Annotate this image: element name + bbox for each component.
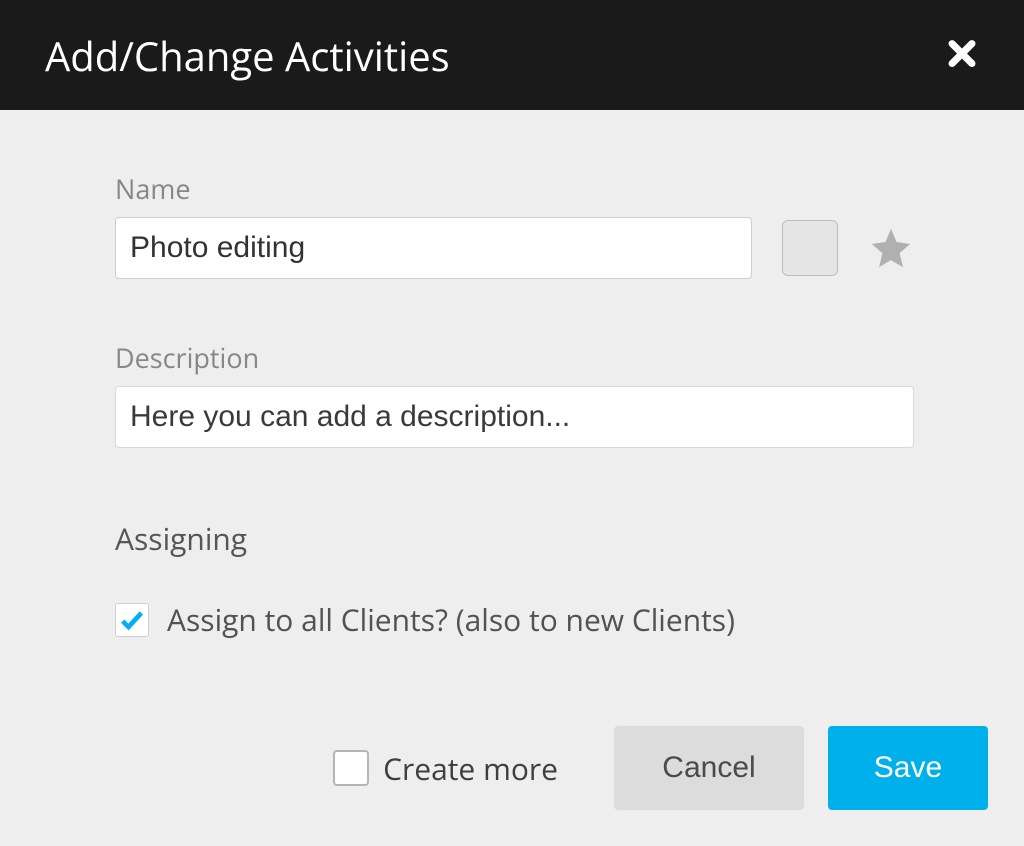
cancel-button[interactable]: Cancel bbox=[614, 726, 804, 810]
assign-all-row: Assign to all Clients? (also to new Clie… bbox=[115, 599, 914, 640]
modal-title: Add/Change Activities bbox=[45, 28, 450, 83]
assign-all-checkbox[interactable] bbox=[115, 603, 149, 637]
create-more-checkbox[interactable] bbox=[333, 750, 369, 786]
name-row bbox=[115, 217, 914, 279]
modal-header: Add/Change Activities bbox=[0, 0, 1024, 110]
modal-body: Name Description Assigning Assign to all… bbox=[0, 110, 1024, 726]
color-swatch[interactable] bbox=[782, 220, 838, 276]
name-input[interactable] bbox=[115, 217, 752, 279]
close-icon[interactable] bbox=[945, 38, 979, 72]
description-label: Description bbox=[115, 339, 914, 376]
create-more-label: Create more bbox=[383, 748, 558, 789]
star-icon[interactable] bbox=[868, 225, 914, 271]
description-input[interactable] bbox=[115, 386, 914, 448]
modal-footer: Create more Cancel Save bbox=[0, 726, 1024, 846]
add-change-activities-modal: Add/Change Activities Name Description A… bbox=[0, 0, 1024, 846]
create-more-wrap: Create more bbox=[333, 748, 558, 789]
assign-all-label: Assign to all Clients? (also to new Clie… bbox=[167, 599, 735, 640]
assigning-section-title: Assigning bbox=[115, 518, 914, 559]
name-label: Name bbox=[115, 170, 914, 207]
save-button[interactable]: Save bbox=[828, 726, 988, 810]
